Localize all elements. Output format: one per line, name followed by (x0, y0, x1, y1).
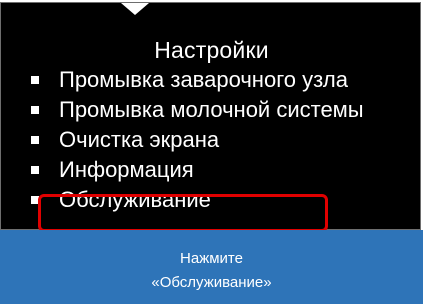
menu-item-brew-unit-rinse[interactable]: Промывка заварочного узла (1, 65, 422, 95)
menu-item-label: Очистка экрана (59, 127, 220, 152)
menu-item-label: Промывка молочной системы (59, 97, 364, 122)
menu-item-information[interactable]: Информация (1, 155, 422, 185)
instruction-banner: Нажмите «Обслуживание» (0, 230, 423, 304)
instruction-line-2: «Обслуживание» (151, 274, 272, 291)
square-bullet-icon (31, 166, 39, 174)
menu-item-label: Промывка заварочного узла (59, 67, 348, 92)
menu-item-label: Информация (59, 157, 194, 182)
square-bullet-icon (31, 136, 39, 144)
highlight-frame (38, 194, 328, 232)
square-bullet-icon (31, 106, 39, 114)
pointer-notch-icon (121, 3, 149, 15)
square-bullet-icon (31, 76, 39, 84)
menu-item-screen-cleaning[interactable]: Очистка экрана (1, 125, 422, 155)
instruction-line-1: Нажмите (180, 250, 243, 267)
tutorial-frame: Настройки Промывка заварочного узла Пром… (0, 0, 423, 304)
menu-item-milk-system-rinse[interactable]: Промывка молочной системы (1, 95, 422, 125)
screen-title: Настройки (154, 37, 269, 63)
